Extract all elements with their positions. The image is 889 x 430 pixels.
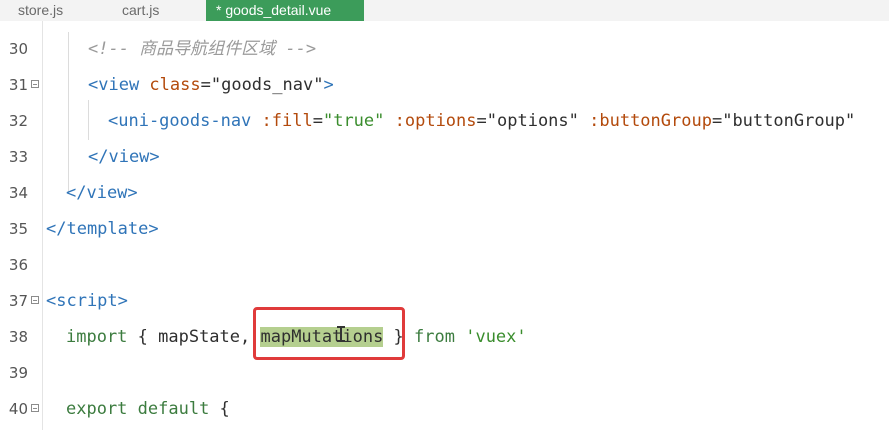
line-number: 34 [8,184,28,202]
code-line-33: 33 </view> [0,139,889,175]
code-string: 'vuex' [454,327,527,347]
code-comment: <!-- 商品导航组件区域 --> [88,39,317,59]
code-tag: <script> [46,291,128,311]
editor-tab-bar: store.js cart.js * goods_detail.vue [0,0,889,21]
line-number: 31 [8,76,28,94]
code-attribute: class [139,75,201,95]
code-punct: = [200,75,211,95]
code-tag: > [323,75,334,95]
code-line-39: 39 [0,355,889,391]
code-keyword: from [414,327,455,347]
tab-cart-js[interactable]: cart.js [112,0,169,21]
code-line-37: 37 <script> [0,283,889,319]
code-punct: = [312,111,323,131]
text-cursor-icon [337,326,346,342]
code-punct: = [476,111,487,131]
code-line-30: 30 <!-- 商品导航组件区域 --> [0,31,889,67]
line-content: </view> [88,139,160,175]
code-line-40: 40 export default { [0,391,889,427]
code-line-35: 35 </template> [0,211,889,247]
code-attribute: :fill [251,111,313,131]
line-content: </template> [46,211,159,247]
code-editor[interactable]: 30 <!-- 商品导航组件区域 --> 31 <view class="goo… [0,21,889,430]
code-string: "goods_nav" [210,75,324,95]
highlight-annotation-box [253,307,405,360]
line-content: <uni-goods-nav :fill="true" :options="op… [108,103,855,139]
code-tag: </view> [66,183,138,203]
code-line-34: 34 </view> [0,175,889,211]
line-content: <script> [46,283,128,319]
tab-goods-detail-vue[interactable]: * goods_detail.vue [206,0,364,21]
line-content: <view class="goods_nav"> [88,67,334,103]
code-attribute: :options [384,111,477,131]
line-number: 40 [8,400,28,418]
code-keyword: default [127,399,210,419]
line-content: export default { [66,391,230,427]
code-line-31: 31 <view class="goods_nav"> [0,67,889,103]
code-line-38: 38 import { mapState, mapMutations } fro… [0,319,889,355]
code-punct: = [711,111,723,131]
code-keyword: export [66,399,128,419]
code-tag: </view> [88,147,160,167]
code-tag: <view [88,75,140,95]
line-number: 37 [8,292,28,310]
code-line-36: 36 [0,247,889,283]
code-line-32: 32 <uni-goods-nav :fill="true" :options=… [0,103,889,139]
line-number: 38 [8,328,28,346]
code-identifier: { mapState, [127,327,261,347]
code-string: "true" [322,111,385,131]
code-attribute: :buttonGroup [578,111,712,131]
tab-store-js[interactable]: store.js [8,0,73,21]
code-string: "buttonGroup" [722,111,856,131]
code-string: "options" [486,111,579,131]
line-number: 32 [8,112,28,130]
line-number: 33 [8,148,28,166]
line-number: 36 [8,256,28,274]
code-tag: <uni-goods-nav [108,111,252,131]
line-number: 39 [8,364,28,382]
fold-collapse-icon[interactable] [31,404,39,412]
line-number: 35 [8,220,28,238]
fold-collapse-icon[interactable] [31,296,39,304]
line-content: </view> [66,175,138,211]
line-number: 30 [8,40,28,58]
line-content: <!-- 商品导航组件区域 --> [88,31,316,67]
fold-collapse-icon[interactable] [31,80,39,88]
code-punct: { [209,399,230,419]
code-keyword: import [66,327,128,347]
code-tag: </template> [46,219,159,239]
